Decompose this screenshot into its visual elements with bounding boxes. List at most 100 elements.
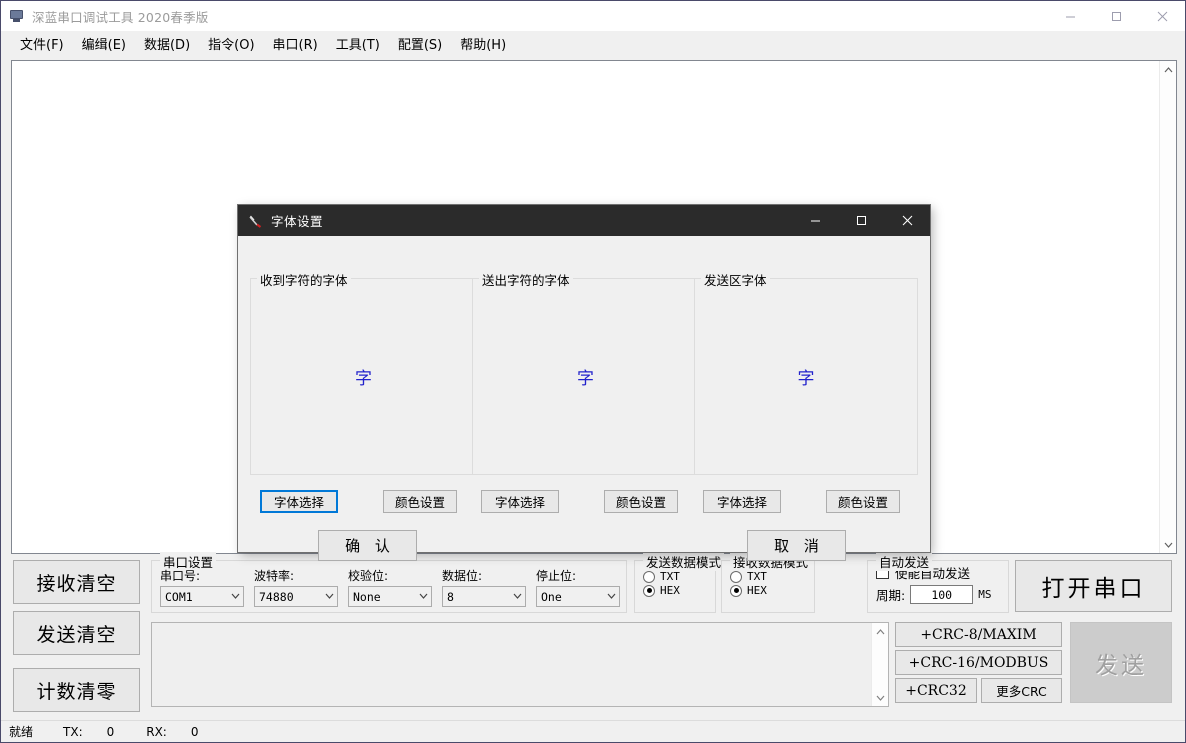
cancel-button[interactable]: 取 消 bbox=[747, 530, 846, 561]
parity-select[interactable]: None bbox=[348, 586, 432, 607]
status-state: 就绪 bbox=[9, 723, 33, 740]
scroll-down-icon[interactable] bbox=[1160, 536, 1177, 553]
stopbits-label: 停止位: bbox=[536, 567, 620, 584]
stopbits-value: One bbox=[541, 590, 603, 604]
radio-selected-icon bbox=[643, 585, 655, 597]
send-mode-txt-label: TXT bbox=[660, 570, 680, 583]
send-mode-title: 发送数据模式 bbox=[643, 552, 724, 571]
databits-select[interactable]: 8 bbox=[442, 586, 526, 607]
receive-mode-hex-label: HEX bbox=[747, 584, 767, 597]
period-unit-label: MS bbox=[978, 588, 991, 601]
port-value: COM1 bbox=[165, 590, 227, 604]
send-mode-txt-option[interactable]: TXT bbox=[643, 570, 715, 583]
dialog-body: 收到字符的字体 字 送出字符的字体 字 发送区字体 字 字体选择 颜色设置 字体… bbox=[238, 236, 930, 552]
pen-icon bbox=[247, 213, 263, 229]
receive-mode-txt-label: TXT bbox=[747, 570, 767, 583]
scroll-down-icon[interactable] bbox=[872, 689, 889, 706]
field-databits: 数据位: 8 bbox=[442, 567, 526, 607]
send-mode-hex-option[interactable]: HEX bbox=[643, 584, 715, 597]
menu-item-serial[interactable]: 串口(R) bbox=[264, 31, 327, 56]
menu-item-config[interactable]: 配置(S) bbox=[389, 31, 451, 56]
tx-value: 0 bbox=[107, 725, 115, 739]
received-font-preview: 字 bbox=[251, 279, 476, 474]
radio-selected-icon bbox=[730, 585, 742, 597]
chevron-down-icon bbox=[509, 592, 525, 602]
chevron-down-icon bbox=[415, 592, 431, 602]
sent-font-preview: 字 bbox=[473, 279, 698, 474]
open-port-button[interactable]: 打开串口 bbox=[1015, 560, 1172, 612]
scrollbar-track[interactable] bbox=[872, 640, 888, 689]
received-color-setting-button[interactable]: 颜色设置 bbox=[383, 490, 457, 513]
title-bar: 深蓝串口调试工具 2020春季版 bbox=[1, 1, 1185, 31]
databits-label: 数据位: bbox=[442, 567, 526, 584]
baud-value: 74880 bbox=[259, 590, 321, 604]
sent-font-select-button[interactable]: 字体选择 bbox=[481, 490, 559, 513]
dialog-minimize-icon[interactable] bbox=[792, 205, 838, 236]
menu-item-data[interactable]: 数据(D) bbox=[135, 31, 199, 56]
receive-clear-button[interactable]: 接收清空 bbox=[13, 560, 140, 604]
field-baud: 波特率: 74880 bbox=[254, 567, 338, 607]
receive-scrollbar[interactable] bbox=[1159, 61, 1176, 553]
status-bar: 就绪 TX: 0 RX: 0 bbox=[1, 720, 1185, 742]
period-label: 周期: bbox=[876, 585, 905, 604]
baud-select[interactable]: 74880 bbox=[254, 586, 338, 607]
count-reset-button[interactable]: 计数清零 bbox=[13, 668, 140, 712]
send-scrollbar[interactable] bbox=[871, 623, 888, 706]
crc16-modbus-button[interactable]: +CRC-16/MODBUS bbox=[895, 650, 1062, 675]
send-clear-button[interactable]: 发送清空 bbox=[13, 611, 140, 655]
menu-item-command[interactable]: 指令(O) bbox=[199, 31, 263, 56]
send-button[interactable]: 发送 bbox=[1070, 622, 1172, 703]
menu-item-edit[interactable]: 编缉(E) bbox=[73, 31, 135, 56]
more-crc-button[interactable]: 更多CRC bbox=[981, 678, 1062, 703]
dialog-maximize-icon[interactable] bbox=[838, 205, 884, 236]
font-settings-dialog: 字体设置 收到字符的字体 字 送出字符的字体 字 发送区字体 字 字体选择 bbox=[238, 205, 930, 552]
send-area-color-setting-button[interactable]: 颜色设置 bbox=[826, 490, 900, 513]
port-select[interactable]: COM1 bbox=[160, 586, 244, 607]
dialog-window-controls bbox=[792, 205, 930, 236]
port-label: 串口号: bbox=[160, 567, 244, 584]
parity-value: None bbox=[353, 590, 415, 604]
received-font-select-button[interactable]: 字体选择 bbox=[260, 490, 338, 513]
receive-mode-txt-option[interactable]: TXT bbox=[730, 570, 814, 583]
chevron-down-icon bbox=[227, 592, 243, 602]
field-parity: 校验位: None bbox=[348, 567, 432, 607]
minimize-icon[interactable] bbox=[1047, 1, 1093, 31]
menu-item-help[interactable]: 帮助(H) bbox=[451, 31, 515, 56]
menu-item-file[interactable]: 文件(F) bbox=[11, 31, 73, 56]
window-controls bbox=[1047, 1, 1185, 31]
menu-bar: 文件(F) 编缉(E) 数据(D) 指令(O) 串口(R) 工具(T) 配置(S… bbox=[1, 31, 1185, 56]
send-textarea[interactable] bbox=[152, 623, 871, 706]
confirm-button[interactable]: 确 认 bbox=[318, 530, 417, 561]
parity-label: 校验位: bbox=[348, 567, 432, 584]
radio-icon bbox=[643, 571, 655, 583]
field-stopbits: 停止位: One bbox=[536, 567, 620, 607]
monitor-icon bbox=[9, 8, 25, 24]
tx-label: TX: bbox=[63, 725, 83, 739]
scroll-up-icon[interactable] bbox=[1160, 61, 1177, 78]
scrollbar-track[interactable] bbox=[1160, 78, 1176, 536]
sent-font-group: 送出字符的字体 字 bbox=[472, 278, 699, 475]
crc8-maxim-button[interactable]: +CRC-8/MAXIM bbox=[895, 622, 1062, 647]
dialog-close-icon[interactable] bbox=[884, 205, 930, 236]
chevron-down-icon bbox=[603, 592, 619, 602]
baud-label: 波特率: bbox=[254, 567, 338, 584]
field-port: 串口号: COM1 bbox=[160, 567, 244, 607]
send-area-font-preview: 字 bbox=[695, 279, 917, 474]
receive-mode-hex-option[interactable]: HEX bbox=[730, 584, 814, 597]
sent-color-setting-button[interactable]: 颜色设置 bbox=[604, 490, 678, 513]
radio-icon bbox=[730, 571, 742, 583]
menu-item-tools[interactable]: 工具(T) bbox=[327, 31, 389, 56]
receive-mode-group: 接收数据模式 TXT HEX bbox=[721, 560, 815, 613]
period-input[interactable]: 100 bbox=[910, 585, 973, 604]
serial-settings-group: 串口设置 串口号: COM1 波特率: 74880 bbox=[151, 560, 627, 613]
scroll-up-icon[interactable] bbox=[872, 623, 889, 640]
maximize-icon[interactable] bbox=[1093, 1, 1139, 31]
send-area-font-select-button[interactable]: 字体选择 bbox=[703, 490, 781, 513]
rx-value: 0 bbox=[191, 725, 199, 739]
dialog-title: 字体设置 bbox=[271, 211, 323, 230]
send-area-font-group: 发送区字体 字 bbox=[694, 278, 918, 475]
crc32-button[interactable]: +CRC32 bbox=[895, 678, 977, 703]
stopbits-select[interactable]: One bbox=[536, 586, 620, 607]
bottom-control-panel: 接收清空 发送清空 计数清零 串口设置 串口号: COM1 波特率: 74880 bbox=[1, 556, 1185, 720]
close-icon[interactable] bbox=[1139, 1, 1185, 31]
